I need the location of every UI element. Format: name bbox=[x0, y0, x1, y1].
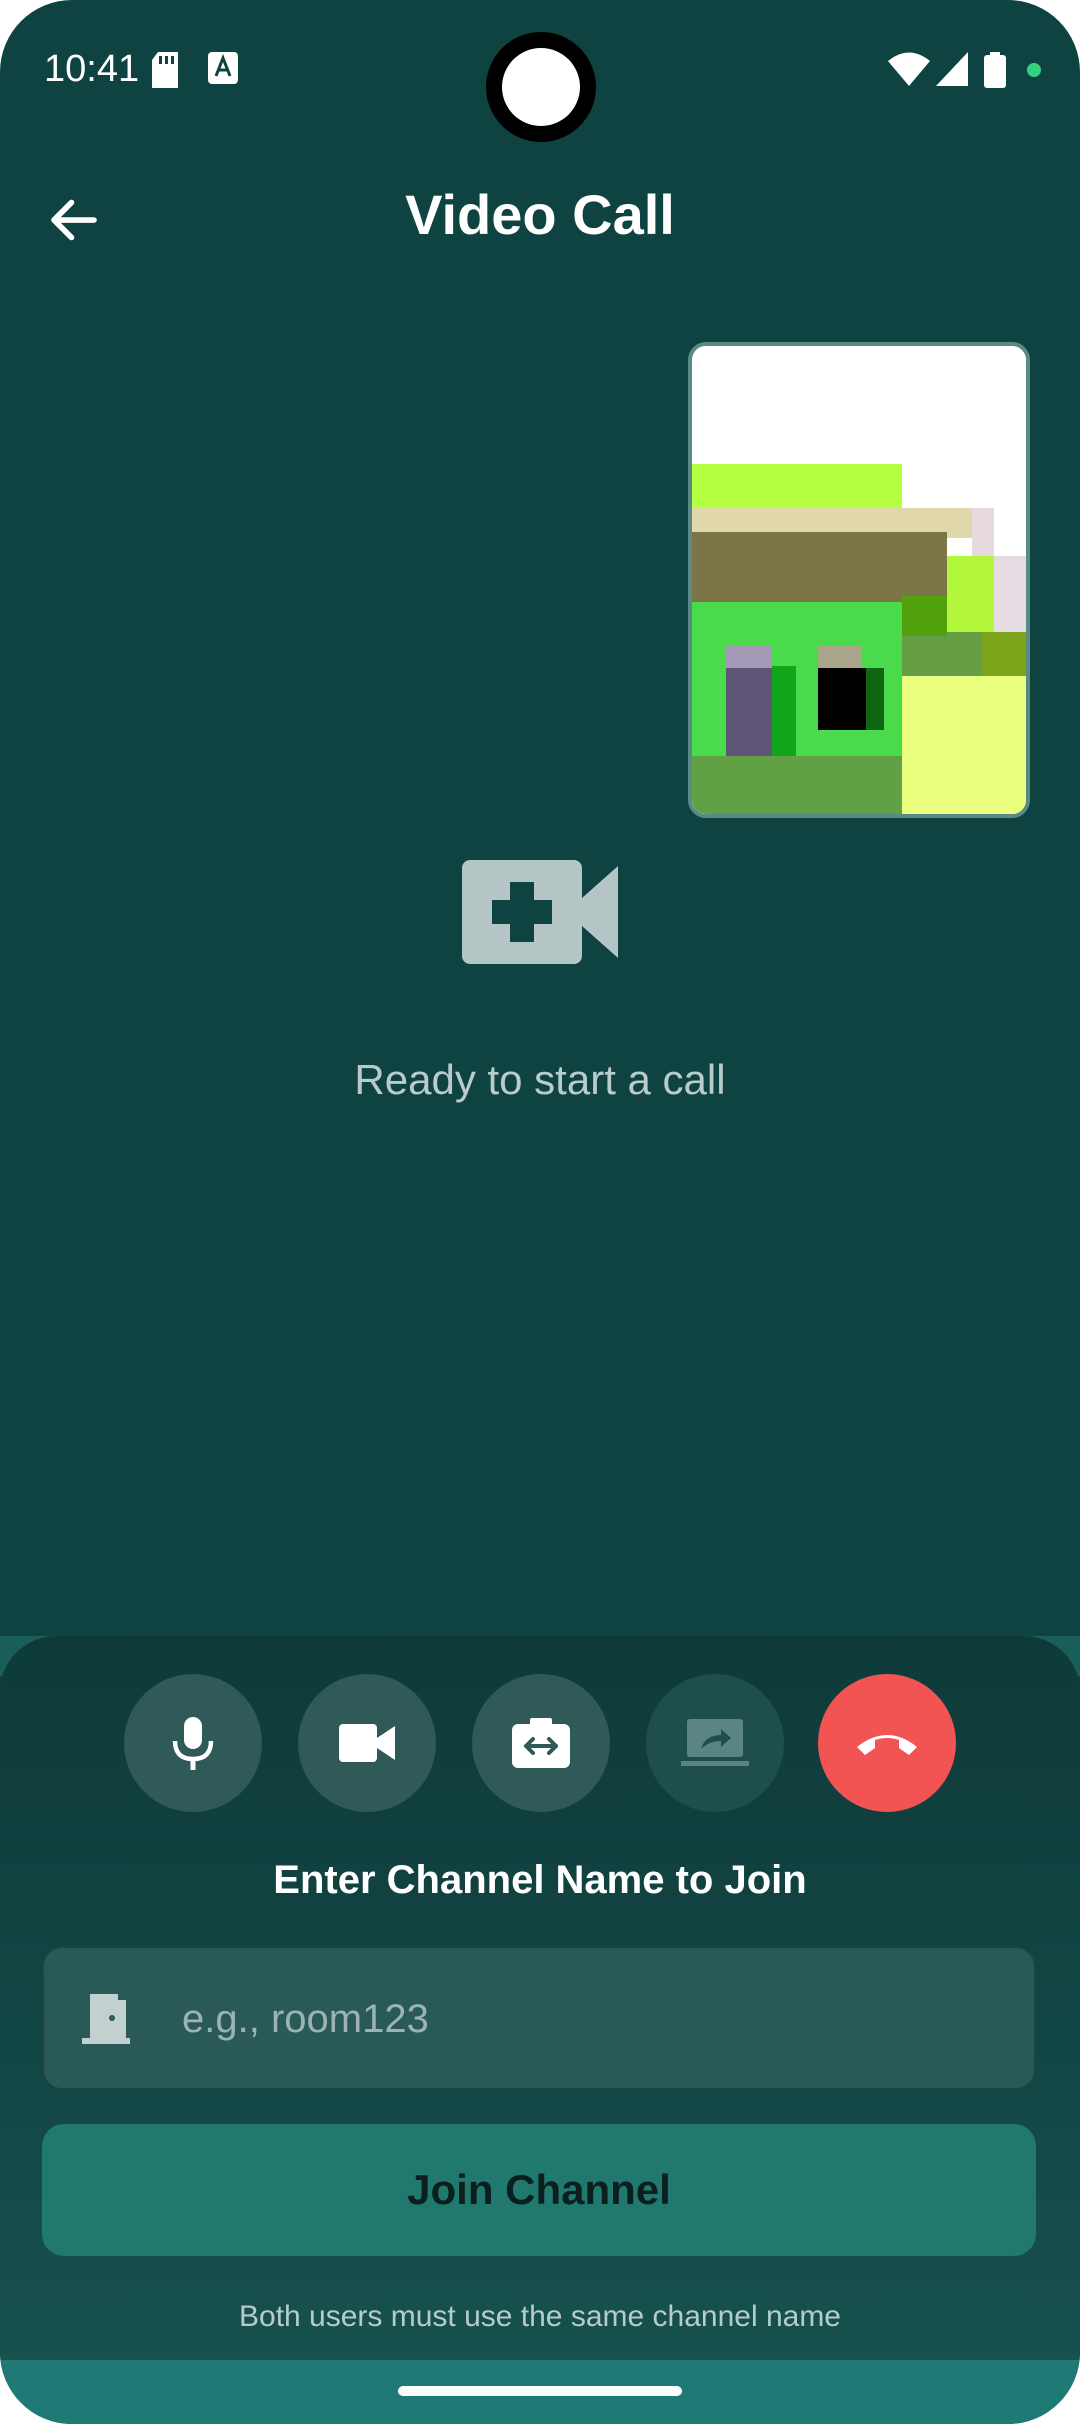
video-plus-icon bbox=[462, 860, 618, 964]
empty-state: Ready to start a call bbox=[0, 858, 1080, 1104]
camera-cutout bbox=[486, 32, 596, 142]
font-a-icon bbox=[208, 52, 238, 84]
videocam-icon bbox=[339, 1724, 395, 1762]
app-bar: Video Call bbox=[0, 160, 1080, 270]
local-video-preview[interactable] bbox=[688, 342, 1030, 818]
channel-name-input[interactable] bbox=[180, 1948, 1004, 2090]
call-end-icon bbox=[857, 1735, 917, 1755]
door-icon bbox=[82, 1994, 130, 2044]
switch-camera-icon bbox=[512, 1718, 570, 1768]
mic-icon bbox=[172, 1717, 214, 1770]
page-title: Video Call bbox=[405, 183, 675, 246]
channel-label: Enter Channel Name to Join bbox=[273, 1858, 807, 1902]
phone-screen: 10:41 Video Call Ready to start a call E… bbox=[0, 0, 1080, 2424]
switch-camera-button[interactable] bbox=[472, 1674, 610, 1812]
control-buttons-row bbox=[0, 1674, 1080, 1814]
screen-share-icon bbox=[681, 1719, 749, 1766]
wifi-icon bbox=[888, 52, 930, 86]
status-time: 10:41 bbox=[44, 48, 140, 90]
hint-text: Both users must use the same channel nam… bbox=[239, 2300, 841, 2333]
sd-card-icon bbox=[152, 52, 178, 88]
screen-share-button[interactable] bbox=[646, 1674, 784, 1812]
cell-signal-icon bbox=[936, 52, 968, 86]
join-channel-button[interactable]: Join Channel bbox=[42, 2124, 1036, 2256]
mute-button[interactable] bbox=[124, 1674, 262, 1812]
local-camera-feed bbox=[692, 346, 1026, 814]
call-controls-panel: Enter Channel Name to Join Join Channel … bbox=[0, 1636, 1080, 2424]
battery-icon bbox=[984, 52, 1006, 88]
toggle-video-button[interactable] bbox=[298, 1674, 436, 1812]
end-call-button[interactable] bbox=[818, 1674, 956, 1812]
empty-state-text: Ready to start a call bbox=[354, 1056, 726, 1103]
channel-input-field[interactable] bbox=[42, 1946, 1036, 2090]
privacy-dot-icon bbox=[1027, 63, 1041, 77]
home-indicator[interactable] bbox=[398, 2386, 682, 2396]
